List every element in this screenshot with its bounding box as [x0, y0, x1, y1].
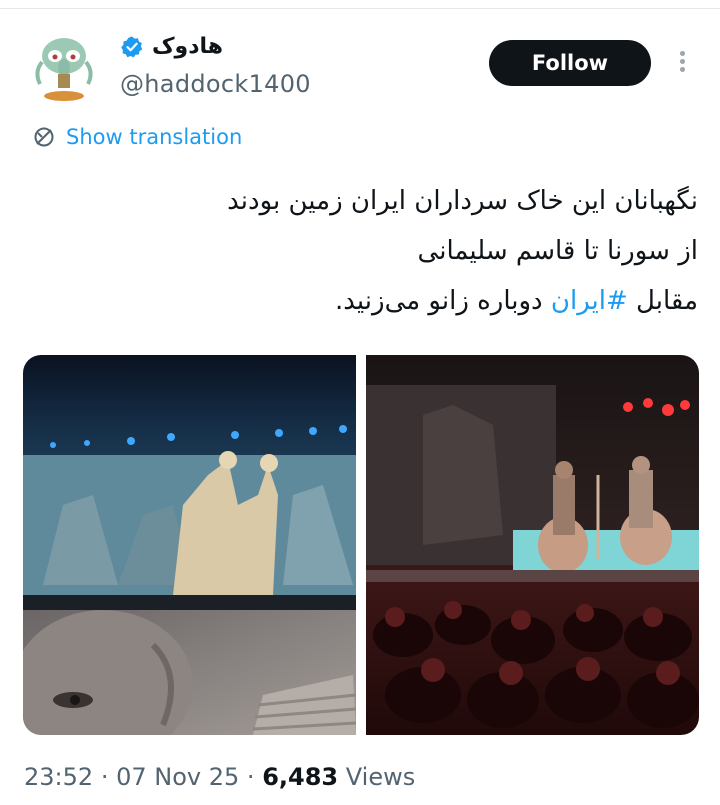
tweet-text-line-1: نگهبانان این خاک سرداران ایران زمین بودن… [227, 186, 698, 216]
show-translation-link[interactable]: Show translation [32, 125, 242, 149]
hashtag-link[interactable]: #ایران [551, 286, 628, 316]
tweet-date[interactable]: 07 Nov 25 [116, 763, 239, 791]
author-name-row[interactable]: هادوک [120, 34, 223, 59]
media-images [23, 355, 699, 735]
globe-translate-icon [34, 127, 54, 147]
tweet-text-line-3-end: دوباره زانو می‌زنید. [335, 286, 551, 316]
tweet-text-line-2: از سورنا تا قاسم سلیمانی [417, 236, 698, 266]
media-image-face-relief[interactable] [23, 610, 357, 735]
follow-button[interactable]: Follow [489, 40, 651, 86]
more-options-icon[interactable] [672, 48, 692, 78]
media-grid[interactable] [23, 355, 699, 735]
views-count: 6,483 [262, 763, 339, 791]
display-name: هادوک [152, 34, 224, 59]
tweet-text: نگهبانان این خاک سرداران ایران زمین بودن… [38, 176, 698, 326]
tweet-meta: 23:52 · 07 Nov 25 · 6,483 Views [24, 763, 415, 791]
verified-badge-icon [121, 36, 143, 57]
media-image-relief-wall[interactable] [23, 355, 356, 610]
meta-separator: · [100, 763, 109, 791]
user-handle[interactable]: @haddock1400 [120, 70, 311, 98]
show-translation-label: Show translation [66, 125, 243, 149]
avatar[interactable] [28, 32, 100, 104]
media-image-concert[interactable] [366, 355, 699, 735]
tweet-time[interactable]: 23:52 [24, 763, 93, 791]
views-label: Views [345, 763, 416, 791]
tweet-text-line-3: مقابل #ایران دوباره زانو می‌زنید. [38, 276, 698, 326]
meta-separator: · [246, 763, 255, 791]
tweet-text-line-3-start: مقابل [627, 286, 698, 316]
top-divider [0, 8, 720, 9]
avatar-image [28, 32, 100, 104]
